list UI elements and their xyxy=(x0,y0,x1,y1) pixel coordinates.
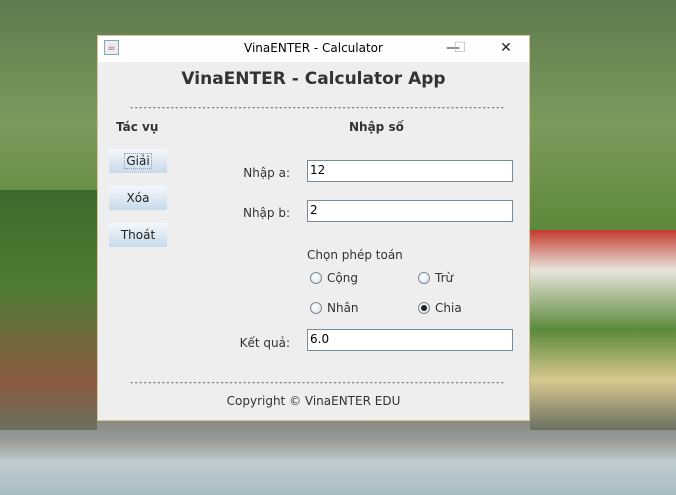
radio-add-label: Cộng xyxy=(327,271,358,285)
app-title: VinaENTER - Calculator App xyxy=(181,69,446,89)
radio-multiply[interactable]: Nhân xyxy=(310,301,359,315)
solve-label: Giải xyxy=(124,153,152,169)
footer-copyright: Copyright © VinaENTER EDU xyxy=(226,394,401,408)
background-houses-right xyxy=(530,230,676,430)
top-divider: ----------------------------------------… xyxy=(129,103,504,113)
input-b-field[interactable]: 2 xyxy=(307,200,513,222)
radio-circle xyxy=(310,302,322,314)
exit-button[interactable]: Thoát xyxy=(109,223,167,247)
radio-subtract[interactable]: Trừ xyxy=(418,271,453,285)
radio-subtract-label: Trừ xyxy=(435,271,454,285)
background-water xyxy=(0,440,676,495)
calculator-window: ☕ VinaENTER - Calculator — ☐ ✕ VinaENTER… xyxy=(97,35,530,421)
result-field[interactable]: 6.0 xyxy=(307,329,513,351)
result-label: Kết quả: xyxy=(239,336,290,350)
maximize-button[interactable]: ☐ xyxy=(445,38,475,58)
input-b-label: Nhập b: xyxy=(242,206,290,220)
clear-button[interactable]: Xóa xyxy=(109,186,167,210)
radio-circle xyxy=(418,272,430,284)
bottom-divider: ----------------------------------------… xyxy=(129,378,504,388)
input-a-label: Nhập a: xyxy=(243,166,290,180)
close-button[interactable]: ✕ xyxy=(491,38,521,58)
radio-add[interactable]: Cộng xyxy=(310,271,358,285)
operation-label: Chọn phép toán xyxy=(307,248,403,262)
radio-circle xyxy=(310,272,322,284)
radio-divide-label: Chia xyxy=(435,301,462,315)
background-landscape-left xyxy=(0,190,97,430)
radio-divide[interactable]: Chia xyxy=(418,301,462,315)
radio-multiply-label: Nhân xyxy=(327,301,359,315)
actions-heading: Tác vụ xyxy=(116,120,159,134)
inputs-heading: Nhập số xyxy=(349,120,404,134)
title-bar[interactable]: ☕ VinaENTER - Calculator — ☐ ✕ xyxy=(98,36,529,62)
radio-circle-selected xyxy=(418,302,430,314)
solve-button[interactable]: Giải xyxy=(109,149,167,173)
input-a-field[interactable]: 12 xyxy=(307,160,513,182)
